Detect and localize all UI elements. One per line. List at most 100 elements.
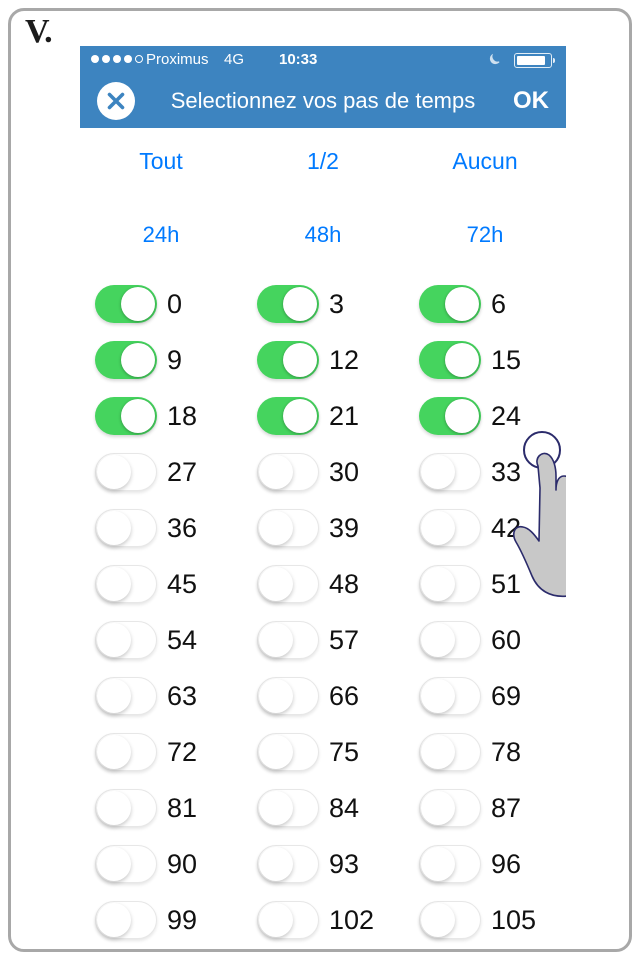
column-header-48h[interactable]: 48h bbox=[242, 216, 404, 254]
timestep-cell: 87 bbox=[404, 780, 566, 836]
timestep-toggle-12[interactable] bbox=[257, 341, 319, 379]
timestep-label: 66 bbox=[329, 683, 359, 710]
timestep-cell: 57 bbox=[242, 612, 404, 668]
timestep-row: 99 102 105 bbox=[80, 892, 566, 948]
app-logo: V. bbox=[25, 15, 52, 49]
status-bar: Proximus 4G 10:33 bbox=[80, 46, 566, 73]
timestep-grid[interactable]: 0369121518212427303336394245485154576063… bbox=[80, 276, 566, 952]
timestep-toggle-24[interactable] bbox=[419, 397, 481, 435]
timestep-toggle-27[interactable] bbox=[95, 453, 157, 491]
timestep-toggle-105[interactable] bbox=[419, 901, 481, 939]
timestep-toggle-102[interactable] bbox=[257, 901, 319, 939]
timestep-toggle-72[interactable] bbox=[95, 733, 157, 771]
timestep-label: 75 bbox=[329, 739, 359, 766]
toggle-knob bbox=[97, 735, 131, 769]
timestep-label: 78 bbox=[491, 739, 521, 766]
timestep-toggle-9[interactable] bbox=[95, 341, 157, 379]
timestep-toggle-30[interactable] bbox=[257, 453, 319, 491]
timestep-row: 818487 bbox=[80, 780, 566, 836]
timestep-row: 909396 bbox=[80, 836, 566, 892]
timestep-cell: 102 bbox=[242, 892, 404, 948]
timestep-label: 30 bbox=[329, 459, 359, 486]
toggle-knob bbox=[97, 679, 131, 713]
toggle-knob bbox=[421, 735, 455, 769]
timestep-toggle-45[interactable] bbox=[95, 565, 157, 603]
timestep-toggle-54[interactable] bbox=[95, 621, 157, 659]
timestep-cell: 42 bbox=[404, 500, 566, 556]
timestep-cell: 81 bbox=[80, 780, 242, 836]
timestep-label: 105 bbox=[491, 907, 536, 934]
timestep-toggle-87[interactable] bbox=[419, 789, 481, 827]
select-none-button[interactable]: Aucun bbox=[404, 141, 566, 181]
timestep-cell: 0 bbox=[80, 276, 242, 332]
toggle-knob bbox=[259, 735, 293, 769]
select-half-button[interactable]: 1/2 bbox=[242, 141, 404, 181]
timestep-toggle-21[interactable] bbox=[257, 397, 319, 435]
timestep-toggle-69[interactable] bbox=[419, 677, 481, 715]
timestep-cell: 48 bbox=[242, 556, 404, 612]
timestep-row: 636669 bbox=[80, 668, 566, 724]
timestep-toggle-84[interactable] bbox=[257, 789, 319, 827]
timestep-cell: 105 bbox=[404, 892, 566, 948]
network-type-label: 4G bbox=[224, 46, 244, 73]
timestep-label: 45 bbox=[167, 571, 197, 598]
timestep-toggle-33[interactable] bbox=[419, 453, 481, 491]
timestep-toggle-78[interactable] bbox=[419, 733, 481, 771]
timestep-cell: 96 bbox=[404, 836, 566, 892]
timestep-toggle-36[interactable] bbox=[95, 509, 157, 547]
timestep-toggle-96[interactable] bbox=[419, 845, 481, 883]
column-header-72h[interactable]: 72h bbox=[404, 216, 566, 254]
toggle-knob bbox=[445, 287, 479, 321]
timestep-label: 6 bbox=[491, 291, 506, 318]
phone-screen: Proximus 4G 10:33 Selectionnez vos pas d… bbox=[80, 46, 566, 952]
toggle-knob bbox=[421, 847, 455, 881]
timestep-toggle-51[interactable] bbox=[419, 565, 481, 603]
timestep-row: 727578 bbox=[80, 724, 566, 780]
timestep-cell: 78 bbox=[404, 724, 566, 780]
timestep-cell: 75 bbox=[242, 724, 404, 780]
ok-button[interactable]: OK bbox=[513, 73, 549, 128]
timestep-label: 12 bbox=[329, 347, 359, 374]
timestep-label: 90 bbox=[167, 851, 197, 878]
timestep-cell: 9 bbox=[80, 332, 242, 388]
timestep-label: 24 bbox=[491, 403, 521, 430]
timestep-cell: 66 bbox=[242, 668, 404, 724]
timestep-toggle-15[interactable] bbox=[419, 341, 481, 379]
timestep-toggle-75[interactable] bbox=[257, 733, 319, 771]
timestep-toggle-18[interactable] bbox=[95, 397, 157, 435]
timestep-label: 48 bbox=[329, 571, 359, 598]
timestep-label: 36 bbox=[167, 515, 197, 542]
timestep-toggle-0[interactable] bbox=[95, 285, 157, 323]
toggle-knob bbox=[445, 399, 479, 433]
column-header-24h[interactable]: 24h bbox=[80, 216, 242, 254]
timestep-toggle-99[interactable] bbox=[95, 901, 157, 939]
timestep-toggle-60[interactable] bbox=[419, 621, 481, 659]
timestep-row: 54 57 60 bbox=[80, 612, 566, 668]
select-all-button[interactable]: Tout bbox=[80, 141, 242, 181]
timestep-cell: 69 bbox=[404, 668, 566, 724]
timestep-toggle-6[interactable] bbox=[419, 285, 481, 323]
toggle-knob bbox=[259, 791, 293, 825]
timestep-cell: 21 bbox=[242, 388, 404, 444]
timestep-toggle-90[interactable] bbox=[95, 845, 157, 883]
timestep-toggle-81[interactable] bbox=[95, 789, 157, 827]
timestep-toggle-3[interactable] bbox=[257, 285, 319, 323]
timestep-cell: 3 bbox=[242, 276, 404, 332]
timestep-toggle-48[interactable] bbox=[257, 565, 319, 603]
toggle-knob bbox=[259, 847, 293, 881]
timestep-label: 99 bbox=[167, 907, 197, 934]
toggle-knob bbox=[97, 623, 131, 657]
timestep-label: 54 bbox=[167, 627, 197, 654]
timestep-cell: 30 bbox=[242, 444, 404, 500]
timestep-toggle-39[interactable] bbox=[257, 509, 319, 547]
timestep-toggle-66[interactable] bbox=[257, 677, 319, 715]
toggle-knob bbox=[121, 399, 155, 433]
timestep-cell: 24 bbox=[404, 388, 566, 444]
timestep-toggle-42[interactable] bbox=[419, 509, 481, 547]
timestep-label: 60 bbox=[491, 627, 521, 654]
timestep-row: 363942 bbox=[80, 500, 566, 556]
timestep-toggle-63[interactable] bbox=[95, 677, 157, 715]
timestep-toggle-57[interactable] bbox=[257, 621, 319, 659]
timestep-toggle-93[interactable] bbox=[257, 845, 319, 883]
timestep-row: 03 6 bbox=[80, 276, 566, 332]
